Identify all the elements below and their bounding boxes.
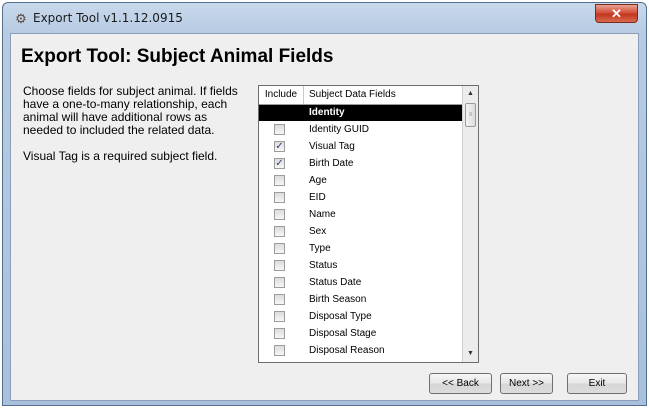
include-checkbox[interactable]	[274, 175, 285, 186]
scroll-down-icon[interactable]: ▼	[463, 346, 478, 362]
table-row[interactable]: Type	[259, 240, 462, 257]
include-checkbox[interactable]	[274, 260, 285, 271]
table-row[interactable]: Birth Season	[259, 291, 462, 308]
include-checkbox[interactable]	[274, 311, 285, 322]
field-label: Identity GUID	[309, 124, 370, 135]
group-label: Identity	[309, 107, 345, 118]
table-row[interactable]: ✓ Visual Tag	[259, 138, 462, 155]
close-icon: ✕	[611, 6, 622, 21]
exit-button[interactable]: Exit	[567, 373, 627, 394]
include-checkbox[interactable]	[274, 328, 285, 339]
table-row[interactable]: Status Date	[259, 274, 462, 291]
field-label: Disposal Type	[309, 311, 372, 322]
back-button[interactable]: << Back	[429, 373, 492, 394]
field-label: Type	[309, 243, 331, 254]
window-title: Export Tool v1.1.12.0915	[33, 11, 183, 25]
table-row[interactable]: Disposal Stage	[259, 325, 462, 342]
title-bar[interactable]: ⚙ Export Tool v1.1.12.0915 ✕	[3, 3, 646, 33]
close-button[interactable]: ✕	[595, 4, 638, 23]
instructions: Choose fields for subject animal. If fie…	[23, 85, 243, 176]
table-row[interactable]: Disposal Reason	[259, 342, 462, 359]
include-checkbox[interactable]	[274, 294, 285, 305]
include-checkbox[interactable]	[274, 345, 285, 356]
table-row[interactable]: Disposal Type	[259, 308, 462, 325]
field-label: Name	[309, 209, 336, 220]
include-checkbox[interactable]	[274, 192, 285, 203]
table-row[interactable]: EID	[259, 189, 462, 206]
field-label: Birth Date	[309, 158, 354, 169]
field-label: Birth Season	[309, 294, 367, 305]
scroll-up-icon[interactable]: ▲	[463, 86, 478, 102]
table-row[interactable]: Age	[259, 172, 462, 189]
app-window: ⚙ Export Tool v1.1.12.0915 ✕ Export Tool…	[2, 2, 647, 406]
grid-scrollbar[interactable]: ▲ ≡ ▼	[462, 86, 478, 362]
grid-header: Include Subject Data Fields	[259, 86, 462, 105]
table-row[interactable]: Sex	[259, 223, 462, 240]
next-button[interactable]: Next >>	[500, 373, 553, 394]
fields-grid[interactable]: Include Subject Data Fields Identity Ide…	[258, 85, 479, 363]
include-checkbox[interactable]	[274, 124, 285, 135]
table-row[interactable]: Name	[259, 206, 462, 223]
required-field-note: Visual Tag is a required subject field.	[23, 149, 218, 163]
table-row[interactable]: Status	[259, 257, 462, 274]
field-label: Status	[309, 260, 338, 271]
instructions-paragraph: Choose fields for subject animal. If fie…	[23, 84, 238, 137]
field-label: Status Date	[309, 277, 362, 288]
include-checkbox[interactable]	[274, 209, 285, 220]
field-label: Age	[309, 175, 327, 186]
field-label: EID	[309, 192, 326, 203]
scroll-thumb[interactable]: ≡	[465, 103, 476, 127]
include-checkbox[interactable]	[274, 277, 285, 288]
include-checkbox[interactable]	[274, 243, 285, 254]
app-icon: ⚙	[15, 11, 27, 26]
include-checkbox[interactable]: ✓	[274, 141, 285, 152]
include-checkbox[interactable]: ✓	[274, 158, 285, 169]
include-checkbox[interactable]	[274, 226, 285, 237]
dialog-body: Export Tool: Subject Animal Fields Choos…	[10, 33, 639, 401]
field-label: Disposal Stage	[309, 328, 377, 339]
column-header-include[interactable]: Include	[259, 86, 304, 104]
page-title: Export Tool: Subject Animal Fields	[21, 46, 334, 67]
field-label: Disposal Reason	[309, 345, 385, 356]
table-row[interactable]: ✓ Birth Date	[259, 155, 462, 172]
grid-rows: Identity Identity GUID ✓ Visual Tag ✓ Birth …	[259, 105, 462, 359]
table-row[interactable]: Identity GUID	[259, 121, 462, 138]
field-label: Visual Tag	[309, 141, 355, 152]
group-row-identity: Identity	[259, 105, 462, 121]
column-header-field[interactable]: Subject Data Fields	[309, 86, 396, 104]
field-label: Sex	[309, 226, 327, 237]
